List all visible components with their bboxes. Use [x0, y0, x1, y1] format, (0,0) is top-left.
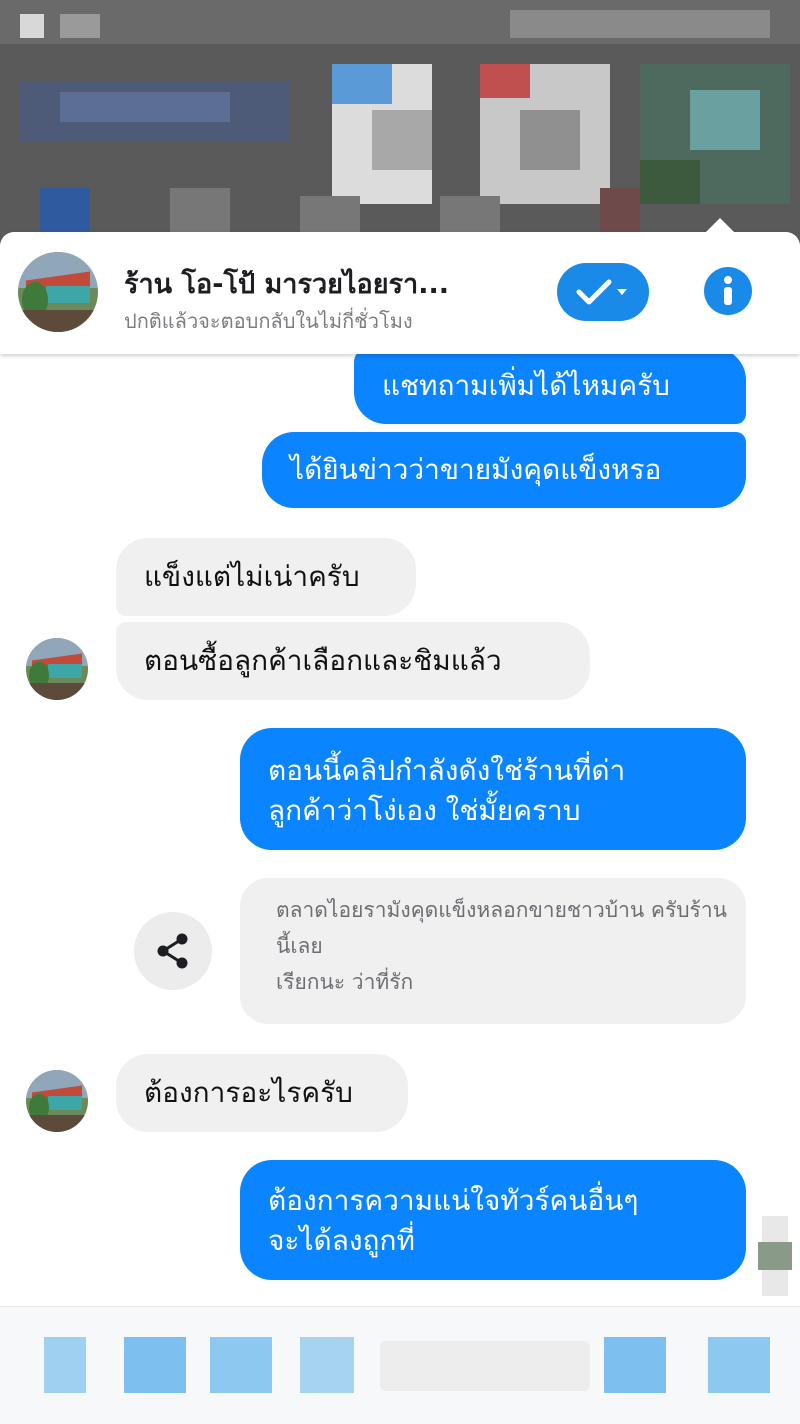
- message-text: ได้ยินข่าวว่าขายมังคุดแข็งหรอ: [290, 453, 662, 486]
- shared-post-title: ตลาดไอยรามังคุดแข็งหลอกขายชาวบ้าน ครับร้…: [276, 898, 727, 958]
- incoming-message[interactable]: ต้องการอะไรครับ: [116, 1054, 408, 1132]
- share-icon: [157, 933, 188, 969]
- shared-post-author: เรียกนะ ว่าที่รัก: [276, 970, 414, 994]
- incoming-message[interactable]: แข็งแต่ไม่เน่าครับ: [116, 538, 416, 616]
- outgoing-message[interactable]: ตอนนี้คลิปกำลังดังใช่ร้านที่ด่า ลูกค้าว่…: [240, 728, 746, 850]
- message-text: แชทถามเพิ่มได้ไหมครับ: [382, 369, 670, 402]
- toolbar-button[interactable]: [604, 1337, 666, 1393]
- message-text-line: ต้องการความแน่ใจทัวร์คนอื่นๆ: [268, 1184, 639, 1217]
- toolbar-button[interactable]: [210, 1337, 272, 1393]
- composer-toolbar: [0, 1306, 800, 1424]
- sender-avatar[interactable]: [26, 638, 88, 700]
- outgoing-message[interactable]: ต้องการความแน่ใจทัวร์คนอื่นๆ จะได้ลงถูกท…: [240, 1160, 746, 1280]
- incoming-message[interactable]: ตอนซื้อลูกค้าเลือกและชิมแล้ว: [116, 622, 590, 700]
- message-input[interactable]: [380, 1341, 590, 1391]
- outgoing-message[interactable]: แชทถามเพิ่มได้ไหมครับ: [354, 348, 746, 424]
- chat-title[interactable]: ร้าน โอ-โป้ มารวยไอยรา...: [124, 262, 544, 305]
- message-text-line: ลูกค้าว่าโง่เอง ใช่มั้ยคราบ: [268, 794, 581, 827]
- message-text: แข็งแต่ไม่เน่าครับ: [144, 560, 360, 593]
- chat-header: ร้าน โอ-โป้ มารวยไอยรา... ปกติแล้วจะตอบก…: [0, 218, 800, 354]
- check-dropdown-icon: [576, 279, 627, 305]
- message-text: ตอนซื้อลูกค้าเลือกและชิมแล้ว: [144, 644, 502, 677]
- seen-indicator: [758, 1216, 792, 1296]
- info-button[interactable]: [704, 267, 752, 315]
- message-text-line: จะได้ลงถูกที่: [268, 1224, 415, 1257]
- toolbar-button[interactable]: [44, 1337, 86, 1393]
- message-text-line: ตอนนี้คลิปกำลังดังใช่ร้านที่ด่า: [268, 754, 626, 787]
- shop-avatar[interactable]: [18, 252, 98, 332]
- message-text: ต้องการอะไรครับ: [144, 1076, 353, 1109]
- info-icon: [724, 276, 732, 305]
- response-time-subtitle: ปกติแล้วจะตอบกลับในไม่กี่ชั่วโมง: [124, 309, 413, 333]
- sender-avatar[interactable]: [26, 1070, 88, 1132]
- share-button[interactable]: [134, 912, 212, 990]
- toolbar-button[interactable]: [300, 1337, 354, 1393]
- like-button[interactable]: [708, 1337, 770, 1393]
- mark-done-button[interactable]: [557, 263, 649, 321]
- header-pointer: [706, 218, 734, 232]
- toolbar-button[interactable]: [124, 1337, 186, 1393]
- outgoing-message[interactable]: ได้ยินข่าวว่าขายมังคุดแข็งหรอ: [262, 432, 746, 508]
- shared-post-card[interactable]: ตลาดไอยรามังคุดแข็งหลอกขายชาวบ้าน ครับร้…: [240, 878, 746, 1024]
